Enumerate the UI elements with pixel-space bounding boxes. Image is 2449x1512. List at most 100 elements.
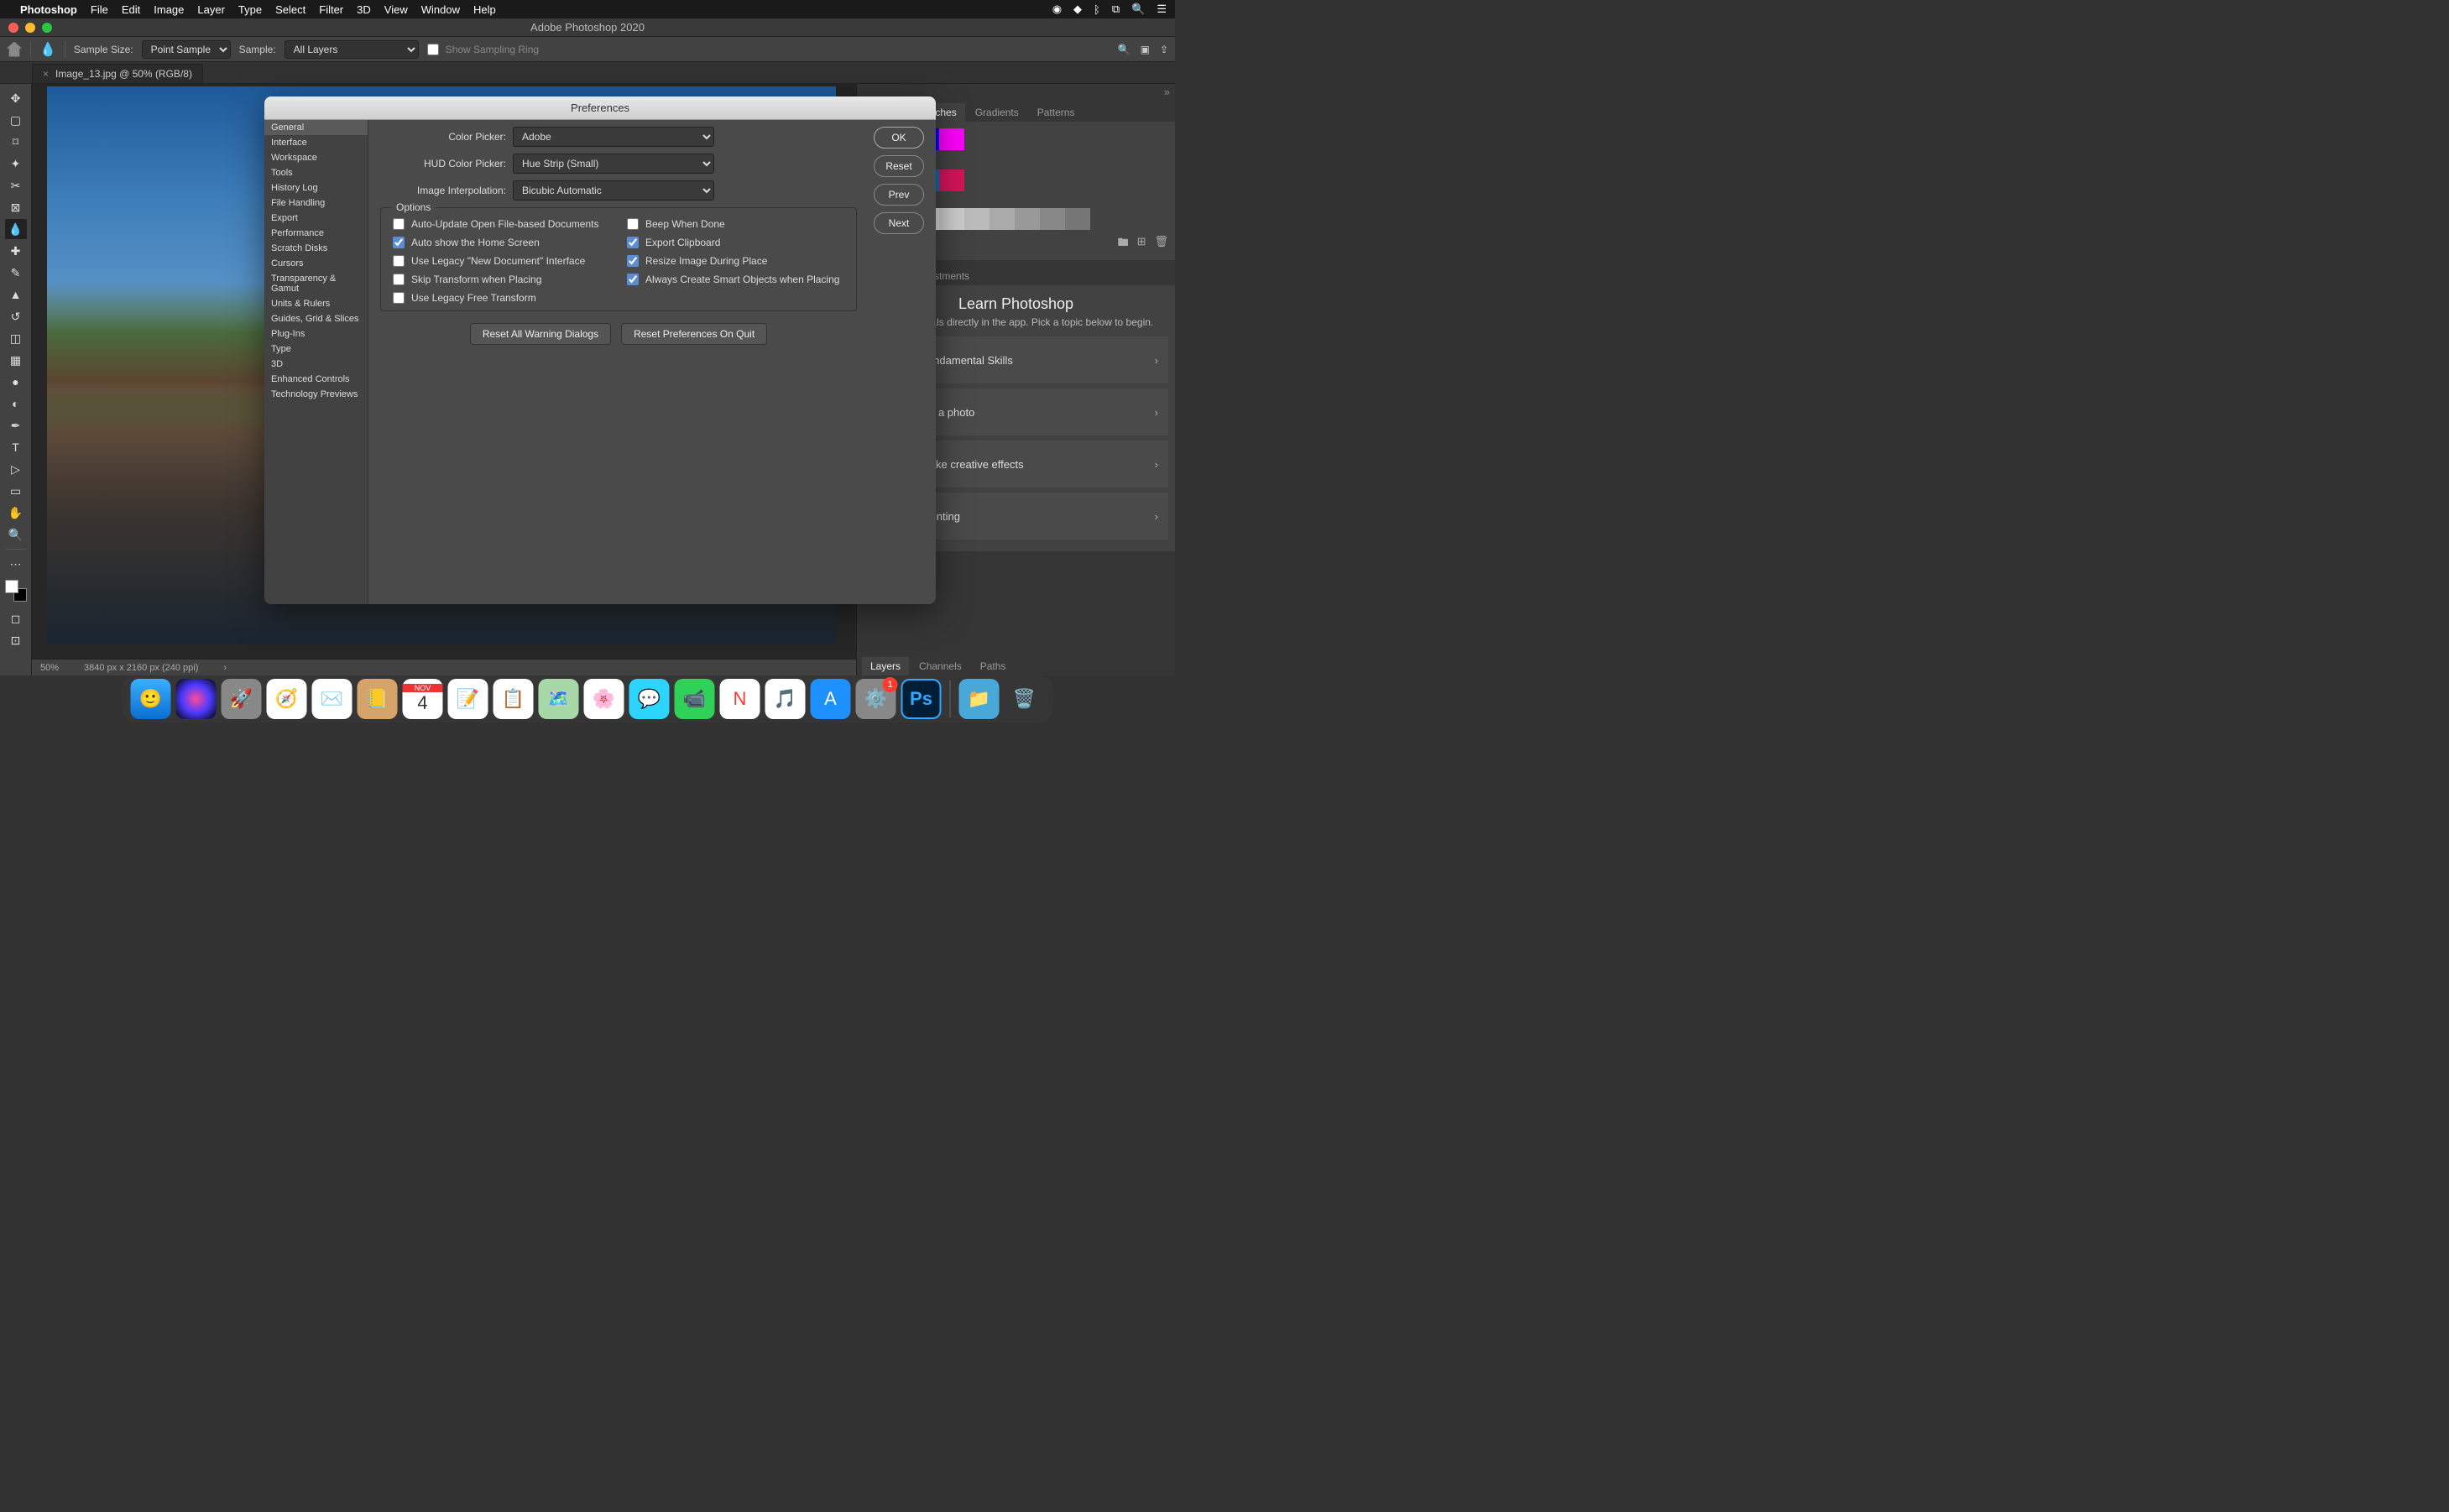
app-name[interactable]: Photoshop [20,3,77,16]
color-swatches[interactable] [5,580,27,602]
hud-picker-select[interactable]: Hue Strip (Small) [513,154,714,174]
facetime-app[interactable]: 📹 [675,679,715,719]
doc-info[interactable]: 3840 px x 2160 px (240 ppi) [84,663,198,673]
prefs-category[interactable]: Enhanced Controls [264,372,368,387]
share-icon[interactable]: ⇪ [1160,44,1168,55]
tab-layers[interactable]: Layers [862,657,909,675]
menu-help[interactable]: Help [473,3,496,16]
move-tool[interactable]: ✥ [5,88,27,108]
zoom-tool[interactable]: 🔍 [5,524,27,545]
menu-edit[interactable]: Edit [122,3,140,16]
doc-layout-icon[interactable]: ▣ [1141,44,1150,55]
option-checkbox[interactable]: Skip Transform when Placing [393,274,610,285]
prefs-category[interactable]: Tools [264,165,368,180]
music-app[interactable]: 🎵 [765,679,806,719]
photoshop-app[interactable]: Ps [901,679,942,719]
hand-tool[interactable]: ✋ [5,503,27,523]
prefs-category[interactable]: History Log [264,180,368,196]
tab-paths[interactable]: Paths [972,657,1015,675]
search-icon[interactable]: 🔍 [1118,44,1131,55]
safari-app[interactable]: 🧭 [267,679,307,719]
notif-icon[interactable]: ◆ [1073,3,1082,16]
prefs-category[interactable]: Cursors [264,256,368,271]
menu-select[interactable]: Select [275,3,305,16]
sample-layers-select[interactable]: All Layers [285,40,419,59]
menu-filter[interactable]: Filter [319,3,343,16]
option-checkbox[interactable]: Use Legacy "New Document" Interface [393,255,610,267]
sample-size-select[interactable]: Point Sample [142,40,231,59]
ok-button[interactable]: OK [874,127,924,149]
prefs-category[interactable]: Plug-Ins [264,326,368,342]
prefs-category[interactable]: Units & Rulers [264,296,368,311]
option-checkbox[interactable]: Beep When Done [627,218,844,230]
show-sampling-ring-checkbox[interactable]: Show Sampling Ring [427,44,539,55]
prefs-category[interactable]: Guides, Grid & Slices [264,311,368,326]
menu-layer[interactable]: Layer [197,3,225,16]
gradient-tool[interactable]: ▦ [5,350,27,370]
brush-tool[interactable]: ✎ [5,263,27,283]
eyedropper-tool-icon[interactable]: 💧 [39,41,56,58]
new-swatch-icon[interactable]: ⊞ [1137,235,1146,253]
tab-gradients[interactable]: Gradients [967,103,1027,122]
prefs-category[interactable]: Transparency & Gamut [264,271,368,296]
swatch[interactable] [1015,208,1040,230]
swatch[interactable] [1040,208,1065,230]
zoom-level[interactable]: 50% [40,663,59,673]
menu-view[interactable]: View [384,3,408,16]
option-checkbox[interactable]: Auto-Update Open File-based Documents [393,218,610,230]
swatch[interactable] [939,169,964,191]
healing-tool[interactable]: ✚ [5,241,27,261]
eyedropper-tool[interactable]: 💧 [5,219,27,239]
window-minimize-button[interactable] [25,23,35,33]
appstore-app[interactable]: A [811,679,851,719]
prefs-category[interactable]: File Handling [264,196,368,211]
menu-image[interactable]: Image [154,3,184,16]
bluetooth-icon[interactable]: ᛒ [1094,3,1100,16]
contacts-app[interactable]: 📒 [358,679,398,719]
prefs-category[interactable]: 3D [264,357,368,372]
swatch[interactable] [939,128,964,150]
option-checkbox[interactable]: Always Create Smart Objects when Placing [627,274,844,285]
news-app[interactable]: N [720,679,760,719]
edit-toolbar[interactable]: ⋯ [5,554,27,574]
menu-window[interactable]: Window [421,3,460,16]
trash[interactable]: 🗑️ [1005,679,1045,719]
tab-patterns[interactable]: Patterns [1029,103,1084,122]
control-center-icon[interactable]: ☰ [1157,3,1167,16]
cc-icon[interactable]: ◉ [1052,3,1062,16]
reset-on-quit-button[interactable]: Reset Preferences On Quit [621,323,767,345]
status-chevron-icon[interactable]: › [223,663,227,673]
mail-app[interactable]: ✉️ [312,679,352,719]
lasso-tool[interactable]: ⌑ [5,132,27,152]
prefs-category[interactable]: Workspace [264,150,368,165]
preferences-app[interactable]: ⚙️1 [856,679,896,719]
photos-app[interactable]: 🌸 [584,679,624,719]
swatch[interactable] [939,208,964,230]
frame-tool[interactable]: ⊠ [5,197,27,217]
swatch[interactable] [990,208,1015,230]
downloads-folder[interactable]: 📁 [959,679,1000,719]
swatch[interactable] [1065,208,1090,230]
reset-button[interactable]: Reset [874,155,924,177]
color-picker-select[interactable]: Adobe [513,127,714,147]
prefs-category[interactable]: Export [264,211,368,226]
prefs-category[interactable]: Interface [264,135,368,150]
prefs-category[interactable]: Type [264,342,368,357]
folder-icon[interactable]: 🖿 [1118,235,1129,253]
document-tab[interactable]: × Image_13.jpg @ 50% (RGB/8) [32,64,203,83]
notes-app[interactable]: 📝 [448,679,488,719]
prefs-category[interactable]: General [264,120,368,135]
prefs-category[interactable]: Technology Previews [264,387,368,402]
pen-tool[interactable]: ✒ [5,415,27,435]
reminders-app[interactable]: 📋 [493,679,534,719]
prefs-category[interactable]: Scratch Disks [264,241,368,256]
option-checkbox[interactable]: Auto show the Home Screen [393,237,610,248]
close-tab-icon[interactable]: × [43,68,49,80]
maps-app[interactable]: 🗺️ [539,679,579,719]
blur-tool[interactable]: ● [5,372,27,392]
siri-app[interactable] [176,679,217,719]
window-close-button[interactable] [8,23,18,33]
home-button[interactable] [7,42,22,57]
prev-button[interactable]: Prev [874,184,924,206]
finder-app[interactable]: 🙂 [131,679,171,719]
